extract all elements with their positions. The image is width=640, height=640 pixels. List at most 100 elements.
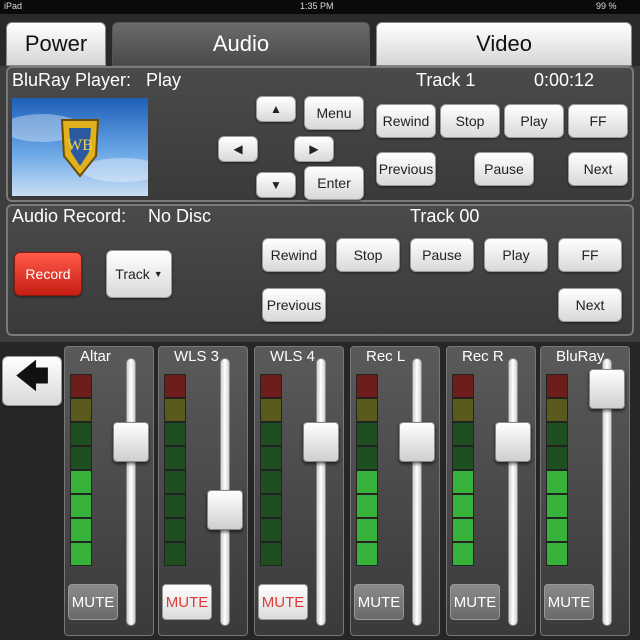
- meter-segment: [452, 422, 474, 446]
- recorder-stop-button[interactable]: Stop: [336, 238, 400, 272]
- channel-label: Altar: [80, 348, 111, 365]
- fader-track[interactable]: [126, 358, 136, 626]
- recorder-track: Track 00: [410, 206, 480, 226]
- right-arrow-icon: ▶: [309, 142, 319, 156]
- channel-label: WLS 3: [174, 348, 220, 365]
- recorder-state: No Disc: [148, 206, 212, 226]
- enter-button[interactable]: Enter: [304, 166, 364, 200]
- meter-segment: [452, 494, 474, 518]
- meter-segment: [356, 518, 378, 542]
- recorder-rewind-button[interactable]: Rewind: [262, 238, 326, 272]
- bluray-previous-button[interactable]: Previous: [376, 152, 436, 186]
- mute-button[interactable]: MUTE: [162, 584, 212, 620]
- meter-segment: [260, 398, 282, 422]
- meter-segment: [452, 542, 474, 566]
- mute-button[interactable]: MUTE: [354, 584, 404, 620]
- meter-segment: [546, 374, 568, 398]
- meter-segment: [356, 470, 378, 494]
- meter-segment: [164, 398, 186, 422]
- fader-track[interactable]: [508, 358, 518, 626]
- fader-knob[interactable]: [399, 422, 435, 462]
- nav-down-button[interactable]: ▼: [256, 172, 296, 198]
- bluray-pause-button[interactable]: Pause: [474, 152, 534, 186]
- meter-segment: [356, 398, 378, 422]
- battery-label: 99 %: [596, 1, 617, 11]
- bluray-ff-button[interactable]: FF: [568, 104, 628, 138]
- fader-knob[interactable]: [113, 422, 149, 462]
- meter-segment: [70, 494, 92, 518]
- meter-segment: [70, 470, 92, 494]
- meter-segment: [70, 374, 92, 398]
- level-meter: [356, 374, 378, 566]
- recorder-previous-button[interactable]: Previous: [262, 288, 326, 322]
- track-dropdown[interactable]: Track ▼: [106, 250, 172, 298]
- svg-text:WB: WB: [67, 137, 93, 154]
- meter-segment: [356, 494, 378, 518]
- back-button[interactable]: 🡄: [2, 356, 62, 406]
- meter-segment: [260, 422, 282, 446]
- meter-segment: [260, 446, 282, 470]
- fader-knob[interactable]: [495, 422, 531, 462]
- channel-label: Rec R: [462, 348, 504, 365]
- channel-label: Rec L: [366, 348, 406, 365]
- mute-button[interactable]: MUTE: [544, 584, 594, 620]
- meter-segment: [70, 542, 92, 566]
- menu-button[interactable]: Menu: [304, 96, 364, 130]
- bluray-rewind-button[interactable]: Rewind: [376, 104, 436, 138]
- fader-track[interactable]: [316, 358, 326, 626]
- level-meter: [164, 374, 186, 566]
- level-meter: [260, 374, 282, 566]
- carrier-label: iPad: [4, 1, 23, 11]
- meter-segment: [164, 518, 186, 542]
- nav-up-button[interactable]: ▲: [256, 96, 296, 122]
- up-arrow-icon: ▲: [270, 102, 282, 116]
- meter-segment: [164, 422, 186, 446]
- recorder-pause-button[interactable]: Pause: [410, 238, 474, 272]
- meter-segment: [356, 422, 378, 446]
- meter-segment: [164, 494, 186, 518]
- meter-segment: [260, 374, 282, 398]
- meter-segment: [452, 446, 474, 470]
- bluray-next-button[interactable]: Next: [568, 152, 628, 186]
- tab-power[interactable]: Power: [6, 22, 106, 66]
- back-arrow-icon: 🡄: [14, 357, 50, 396]
- meter-segment: [546, 446, 568, 470]
- fader-knob[interactable]: [589, 369, 625, 409]
- bluray-play-button[interactable]: Play: [504, 104, 564, 138]
- recorder-next-button[interactable]: Next: [558, 288, 622, 322]
- recorder-ff-button[interactable]: FF: [558, 238, 622, 272]
- meter-segment: [260, 494, 282, 518]
- channel-label: WLS 4: [270, 348, 316, 365]
- recorder-play-button[interactable]: Play: [484, 238, 548, 272]
- mute-button[interactable]: MUTE: [258, 584, 308, 620]
- fader-knob[interactable]: [303, 422, 339, 462]
- tab-video[interactable]: Video: [376, 22, 632, 66]
- mute-button[interactable]: MUTE: [68, 584, 118, 620]
- nav-right-button[interactable]: ▶: [294, 136, 334, 162]
- meter-segment: [546, 518, 568, 542]
- meter-segment: [164, 470, 186, 494]
- meter-segment: [164, 374, 186, 398]
- bluray-time: 0:00:12: [534, 70, 595, 90]
- meter-segment: [356, 374, 378, 398]
- status-bar: iPad 1:35 PM 99 %: [0, 0, 640, 14]
- meter-segment: [546, 494, 568, 518]
- meter-segment: [70, 422, 92, 446]
- meter-segment: [546, 542, 568, 566]
- nav-left-button[interactable]: ◀: [218, 136, 258, 162]
- level-meter: [70, 374, 92, 566]
- meter-segment: [70, 446, 92, 470]
- fader-track[interactable]: [412, 358, 422, 626]
- meter-segment: [452, 374, 474, 398]
- meter-segment: [260, 542, 282, 566]
- meter-segment: [164, 542, 186, 566]
- fader-knob[interactable]: [207, 490, 243, 530]
- bluray-stop-button[interactable]: Stop: [440, 104, 500, 138]
- record-button[interactable]: Record: [14, 252, 82, 296]
- mute-button[interactable]: MUTE: [450, 584, 500, 620]
- tab-audio[interactable]: Audio: [112, 22, 370, 66]
- meter-segment: [260, 470, 282, 494]
- bluray-title: BluRay Player:: [12, 70, 132, 90]
- tab-bar: Power Audio Video: [0, 14, 640, 66]
- down-arrow-icon: ▼: [270, 178, 282, 192]
